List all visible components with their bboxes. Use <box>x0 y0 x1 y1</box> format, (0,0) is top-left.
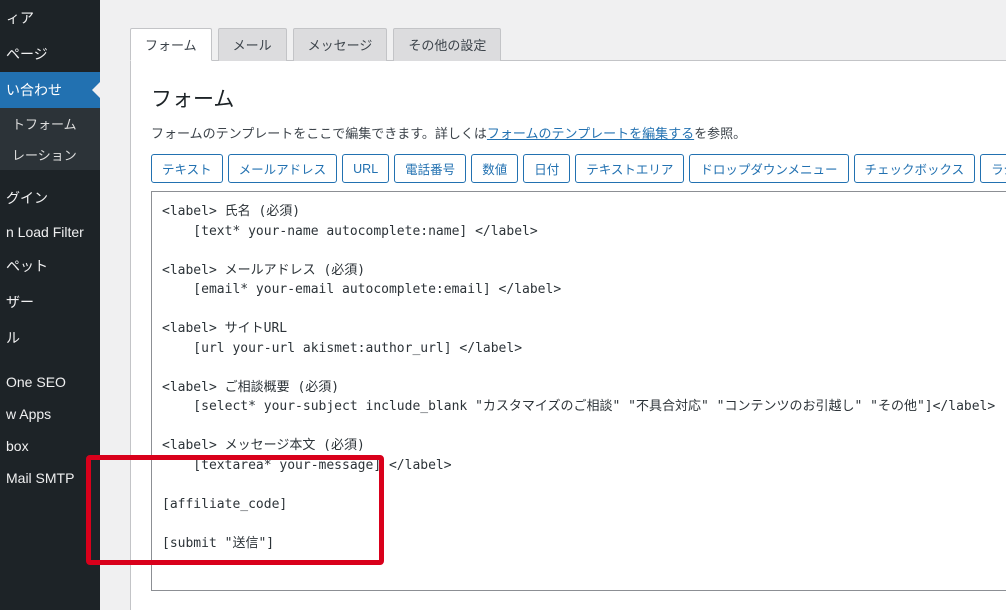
tab-other-settings[interactable]: その他の設定 <box>393 28 501 61</box>
tag-btn-date[interactable]: 日付 <box>523 154 570 183</box>
tab-form[interactable]: フォーム <box>130 28 212 61</box>
sidebar-item-w-apps[interactable]: w Apps <box>0 398 100 430</box>
desc-text: を参照。 <box>694 126 746 141</box>
sidebar-item-label: グイン <box>6 190 48 206</box>
tag-btn-text[interactable]: テキスト <box>151 154 223 183</box>
tag-btn-dropdown[interactable]: ドロップダウンメニュー <box>689 154 848 183</box>
tag-btn-number[interactable]: 数値 <box>471 154 518 183</box>
tag-btn-email[interactable]: メールアドレス <box>228 154 338 183</box>
main-content: フォーム メール メッセージ その他の設定 フォーム フォームのテンプレートをこ… <box>100 0 1006 610</box>
sidebar-item-contact[interactable]: い合わせ <box>0 72 100 108</box>
sidebar-item-mail-smtp[interactable]: Mail SMTP <box>0 462 100 494</box>
sidebar-item-label: ル <box>6 330 20 346</box>
tab-label: メール <box>233 38 272 53</box>
sidebar-item-plugins[interactable]: グイン <box>0 180 100 216</box>
sidebar-item-label: n Load Filter <box>6 224 84 240</box>
sidebar-item-load-filter[interactable]: n Load Filter <box>0 216 100 248</box>
desc-link-edit-template[interactable]: フォームのテンプレートを編集する <box>487 126 694 141</box>
sidebar-item-tools[interactable]: ル <box>0 320 100 356</box>
sidebar-subitem-contact-form[interactable]: トフォーム <box>0 108 100 139</box>
sidebar-item-pages[interactable]: ページ <box>0 36 100 72</box>
sidebar-item-users[interactable]: ザー <box>0 284 100 320</box>
tab-label: メッセージ <box>308 38 373 53</box>
sidebar-item-label: レーション <box>12 148 77 163</box>
panel-heading: フォーム <box>151 83 1006 113</box>
sidebar-item-snippets[interactable]: ペット <box>0 248 100 284</box>
admin-sidebar: ィア ページ い合わせ トフォーム レーション グイン n Load Filte… <box>0 0 100 610</box>
sidebar-subitem-integration[interactable]: レーション <box>0 139 100 170</box>
panel-description: フォームのテンプレートをここで編集できます。詳しくはフォームのテンプレートを編集… <box>151 123 1006 142</box>
tab-mail[interactable]: メール <box>218 28 287 61</box>
tab-label: フォーム <box>145 38 197 53</box>
sidebar-item-label: w Apps <box>6 406 51 422</box>
sidebar-item-box[interactable]: box <box>0 430 100 462</box>
sidebar-item-label: い合わせ <box>6 82 62 98</box>
sidebar-item-label: トフォーム <box>12 117 77 132</box>
desc-text: フォームのテンプレートをここで編集できます。詳しくは <box>151 126 487 141</box>
sidebar-item-label: Mail SMTP <box>6 470 74 486</box>
tag-generator-buttons: テキスト メールアドレス URL 電話番号 数値 日付 テキストエリア ドロップ… <box>151 154 1006 183</box>
tab-messages[interactable]: メッセージ <box>293 28 388 61</box>
tag-btn-radio[interactable]: ラジオボタン <box>980 154 1006 183</box>
tag-btn-tel[interactable]: 電話番号 <box>394 154 466 183</box>
sidebar-item-label: ページ <box>6 46 48 62</box>
sidebar-item-media[interactable]: ィア <box>0 0 100 36</box>
tag-btn-url[interactable]: URL <box>342 154 389 183</box>
sidebar-item-label: ィア <box>6 10 34 26</box>
sidebar-item-label: ザー <box>6 294 34 310</box>
tag-btn-textarea[interactable]: テキストエリア <box>575 154 684 183</box>
sidebar-item-one-seo[interactable]: One SEO <box>0 366 100 398</box>
sidebar-item-label: ペット <box>6 258 48 274</box>
sidebar-item-label: One SEO <box>6 374 66 390</box>
editor-tabs: フォーム メール メッセージ その他の設定 <box>130 28 1006 61</box>
tag-btn-checkbox[interactable]: チェックボックス <box>854 154 976 183</box>
tab-label: その他の設定 <box>408 38 486 53</box>
form-panel: フォーム フォームのテンプレートをここで編集できます。詳しくはフォームのテンプレ… <box>130 60 1006 610</box>
sidebar-item-label: box <box>6 438 29 454</box>
form-template-textarea[interactable] <box>151 191 1006 591</box>
